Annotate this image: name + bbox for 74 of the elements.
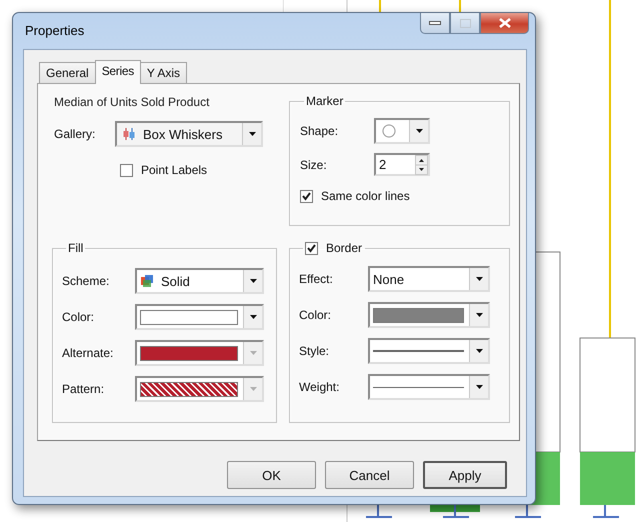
minimize-icon	[429, 20, 441, 26]
gallery-dropdown[interactable]: Box Whiskers	[115, 121, 263, 147]
field-label: Alternate:	[62, 346, 114, 360]
circle-icon	[382, 124, 396, 138]
dropdown[interactable]: None	[368, 266, 490, 292]
color-scheme-icon	[140, 274, 154, 288]
series-name: Median of Units Sold Product	[54, 95, 210, 109]
dropdown[interactable]	[368, 338, 490, 364]
size-spinner[interactable]: 2	[374, 153, 430, 176]
field-label: Color:	[62, 310, 96, 324]
tab[interactable]: General	[39, 62, 96, 83]
close-icon	[498, 18, 510, 28]
dropdown-button[interactable]	[242, 123, 261, 145]
caret-icon	[250, 351, 256, 355]
dropdown[interactable]: Solid	[135, 268, 264, 294]
caret-icon	[248, 132, 256, 136]
point-labels-checkbox[interactable]	[120, 164, 133, 176]
border-checkbox[interactable]	[305, 242, 318, 254]
dialog-button[interactable]: OK	[227, 461, 316, 489]
dropdown-button[interactable]	[469, 304, 488, 326]
dropdown[interactable]	[368, 374, 490, 400]
spinner-value: 2	[378, 157, 388, 172]
dropdown-button[interactable]	[469, 268, 488, 290]
dialog-button[interactable]: Apply	[423, 461, 507, 489]
box-plot-icon	[122, 127, 136, 141]
check-icon	[302, 192, 311, 200]
caret-icon	[476, 277, 482, 281]
checkbox-label: Point Labels	[141, 163, 208, 177]
group-title: Fill	[67, 241, 84, 255]
dropdown-value: Box Whiskers	[143, 126, 222, 142]
dropdown-button[interactable]	[469, 340, 488, 362]
box-lower	[580, 452, 635, 505]
same-color-lines-checkbox[interactable]	[300, 190, 313, 202]
caret-icon	[250, 279, 256, 283]
field-label: Weight:	[299, 380, 340, 394]
dropdown[interactable]	[368, 302, 490, 328]
field-label: Effect:	[299, 272, 334, 286]
group-title: Marker	[305, 94, 344, 108]
field-label: Style:	[299, 344, 330, 358]
caret-icon	[476, 313, 482, 317]
field-label: Gallery:	[54, 127, 96, 141]
maximize-icon	[460, 18, 470, 28]
caret-icon	[416, 129, 422, 133]
field-label: Size:	[300, 158, 328, 172]
dropdown-button[interactable]	[409, 120, 428, 142]
dialog-button[interactable]: Cancel	[325, 461, 414, 489]
field-label: Scheme:	[62, 274, 110, 288]
checkbox-label: Border	[326, 241, 362, 255]
dropdown-value: Solid	[161, 274, 190, 288]
caret-icon	[476, 385, 482, 389]
dropdown[interactable]	[135, 304, 264, 330]
check-icon	[307, 244, 316, 252]
whisker-cap	[593, 505, 619, 518]
tab[interactable]: Series	[94, 60, 141, 84]
field-label: Color:	[299, 308, 332, 322]
caret-icon	[250, 315, 256, 319]
maximize-button[interactable]	[450, 13, 480, 34]
dropdown-value: None	[373, 272, 404, 286]
field-label: Pattern:	[62, 382, 106, 396]
minimize-button[interactable]	[420, 13, 450, 34]
dropdown-button[interactable]	[243, 270, 262, 292]
whisker-cap	[366, 505, 392, 518]
checkbox-label: Same color lines	[321, 189, 410, 203]
dropdown-button[interactable]	[469, 376, 488, 398]
whisker-cap	[515, 505, 541, 518]
close-button[interactable]	[480, 13, 529, 34]
dropdown-button[interactable]	[243, 306, 262, 328]
whisker-cap	[443, 505, 469, 518]
spin-arrows-icon	[415, 154, 428, 174]
caret-icon	[476, 349, 482, 353]
caret-icon	[250, 387, 256, 391]
tab[interactable]: Y Axis	[140, 62, 188, 83]
window-title: Properties	[25, 23, 84, 38]
field-label: Shape:	[300, 124, 340, 138]
